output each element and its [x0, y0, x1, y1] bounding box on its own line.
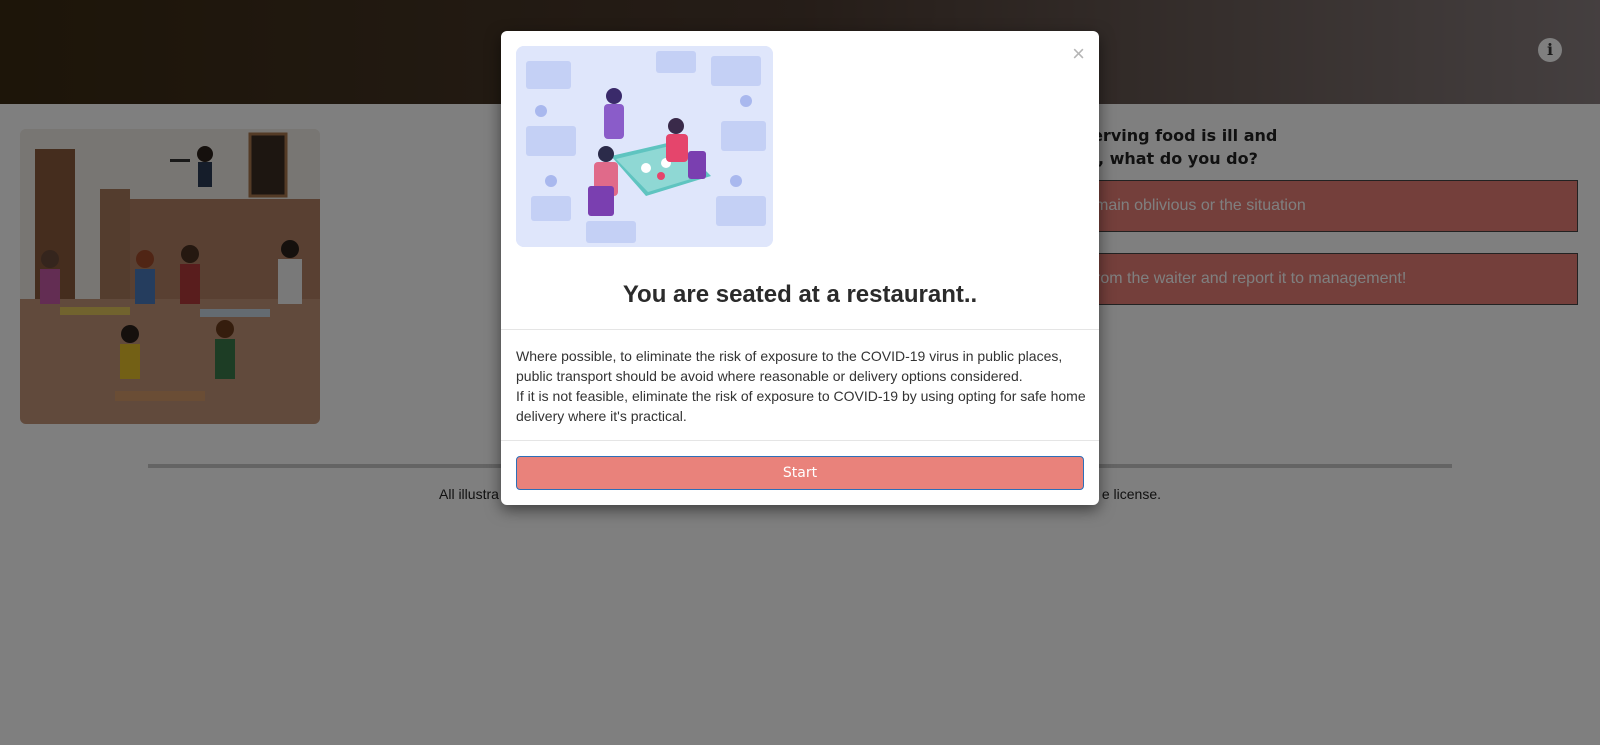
modal-body: Where possible, to eliminate the risk of… [516, 346, 1086, 426]
modal-divider [501, 440, 1099, 441]
intro-modal: × You are seated at a restaurant.. Where… [501, 31, 1099, 505]
modal-divider [501, 329, 1099, 330]
modal-paragraph: If it is not feasible, eliminate the ris… [516, 388, 1086, 424]
close-icon[interactable]: × [1072, 43, 1085, 65]
seated-restaurant-illustration [516, 46, 773, 247]
modal-paragraph: Where possible, to eliminate the risk of… [516, 348, 1063, 384]
start-button[interactable]: Start [516, 456, 1084, 490]
modal-title: You are seated at a restaurant.. [622, 281, 978, 308]
